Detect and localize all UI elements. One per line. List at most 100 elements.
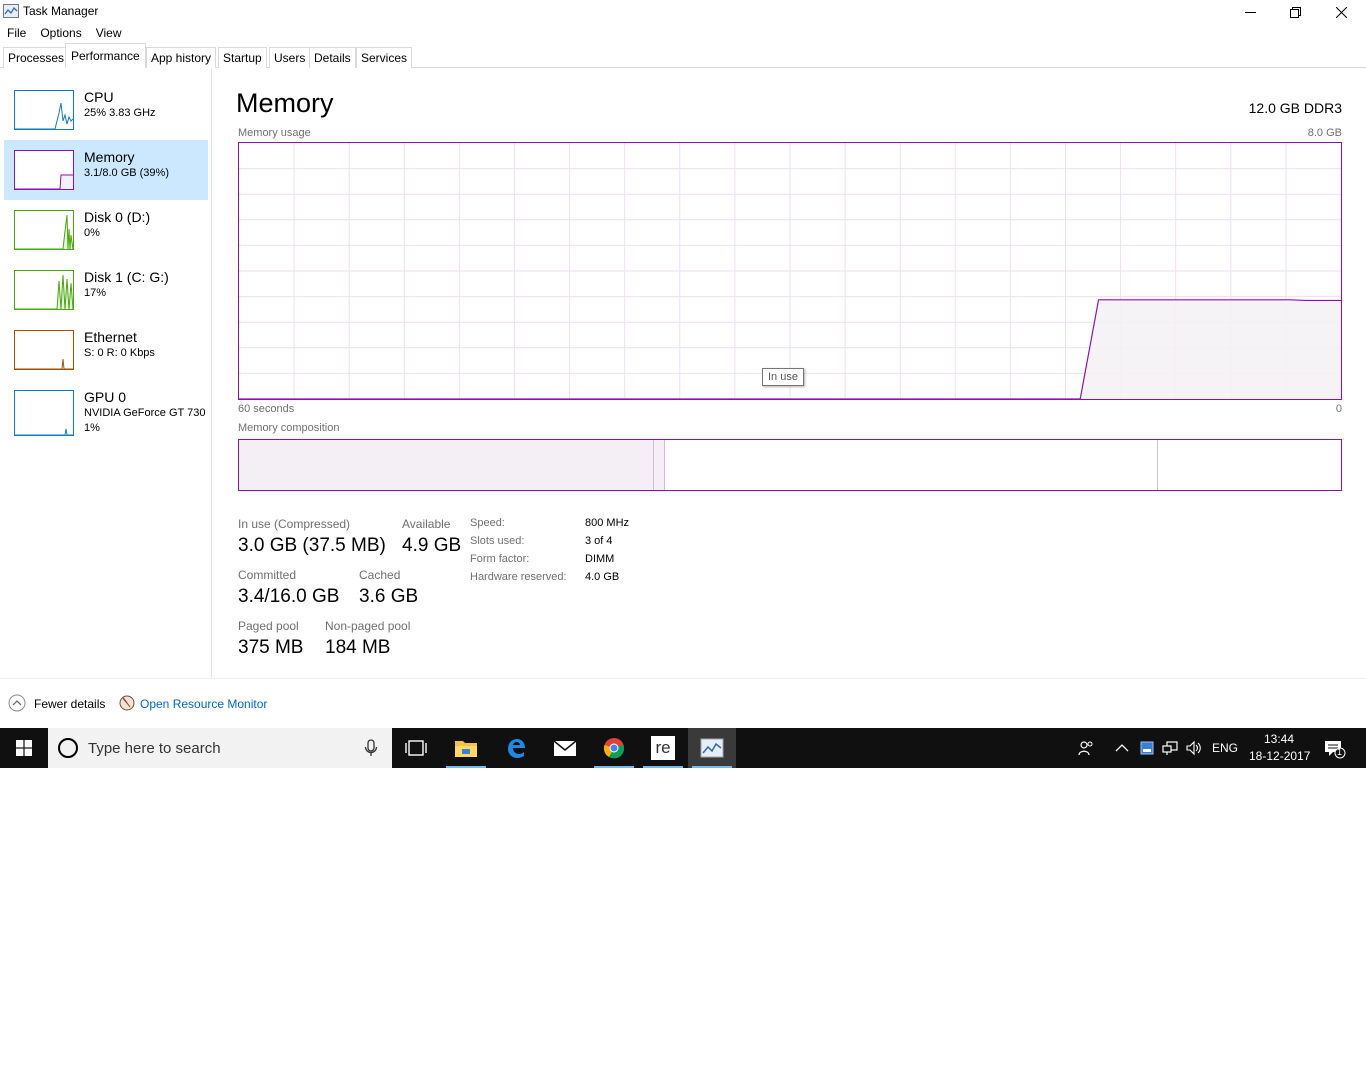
title-bar: Task Manager (0, 0, 1366, 24)
non-paged-pool-label: Non-paged pool (325, 619, 411, 633)
menu-file[interactable]: File (0, 24, 33, 43)
composition-segment-free[interactable] (1157, 440, 1341, 490)
open-resource-monitor-link[interactable]: Open Resource Monitor (140, 697, 267, 711)
committed-value: 3.4/16.0 GB (238, 586, 340, 607)
folder-icon (455, 741, 477, 757)
sidebar-item-memory[interactable]: Memory 3.1/8.0 GB (39%) (4, 140, 208, 200)
non-paged-pool-value: 184 MB (325, 637, 391, 658)
performance-sidebar: CPU 25% 3.83 GHz Memory 3.1/8.0 GB (39%)… (0, 68, 212, 678)
cached-label: Cached (359, 568, 401, 582)
taskbar-edge[interactable] (492, 728, 540, 768)
taskbar-task-manager[interactable] (688, 728, 736, 768)
sidebar-item-detail: 17% (84, 287, 107, 299)
resource-monitor-icon (119, 695, 135, 711)
taskbar-chrome[interactable] (590, 728, 638, 768)
composition-segment-in-use[interactable] (239, 440, 653, 490)
action-center-button[interactable]: 1 (1324, 739, 1346, 759)
sidebar-item-disk-1[interactable]: Disk 1 (C: G:) 17% (4, 260, 208, 320)
taskbar-mail[interactable] (541, 728, 589, 768)
usage-graph-max: 8.0 GB (1307, 127, 1342, 139)
paged-pool-label: Paged pool (238, 619, 299, 633)
tab-details[interactable]: Details (309, 47, 356, 68)
sidebar-item-detail: 0% (84, 227, 100, 239)
mail-icon (553, 740, 577, 756)
tray-language[interactable]: ENG (1212, 741, 1238, 755)
close-button[interactable] (1318, 0, 1364, 24)
usage-graph-label: Memory usage (238, 127, 311, 139)
cortana-icon (58, 738, 78, 758)
window-title: Task Manager (23, 4, 99, 18)
windows-logo-icon (16, 740, 32, 756)
tray-people[interactable] (1078, 740, 1094, 756)
tab-services[interactable]: Services (356, 47, 413, 68)
tab-performance[interactable]: Performance (65, 43, 146, 68)
composition-label: Memory composition (238, 422, 340, 434)
edge-icon (508, 739, 525, 758)
taskbar-re-app[interactable]: re (639, 728, 687, 768)
available-label: Available (402, 517, 451, 531)
chevron-up-circle-icon[interactable] (8, 694, 26, 712)
tab-app-history[interactable]: App history (146, 47, 217, 68)
tray-clock-date[interactable]: 18-12-2017 (1249, 749, 1310, 763)
composition-segment-standby[interactable] (664, 440, 1157, 490)
minimize-button[interactable] (1227, 0, 1273, 24)
start-button[interactable] (0, 728, 48, 768)
sidebar-item-name: CPU (84, 89, 114, 105)
spec-label-form-factor: Form factor: (470, 553, 530, 565)
tray-app[interactable] (1139, 740, 1155, 756)
sidebar-item-disk-0[interactable]: Disk 0 (D:) 0% (4, 200, 208, 260)
notification-count: 1 (1337, 747, 1343, 757)
memory-composition-bar[interactable] (238, 439, 1342, 491)
sidebar-item-name: Disk 1 (C: G:) (84, 269, 169, 285)
fewer-details-button[interactable]: Fewer details (34, 697, 105, 711)
gpu-0-thumbnail-graph (14, 390, 74, 436)
cached-value: 3.6 GB (359, 586, 419, 607)
search-placeholder: Type here to search (88, 740, 221, 757)
memory-usage-chart (239, 143, 1341, 399)
tab-bar: Processes Performance App history Startu… (0, 43, 1366, 68)
tray-app-icon (1140, 741, 1154, 755)
chart-tooltip: In use (762, 368, 804, 386)
sidebar-item-cpu[interactable]: CPU 25% 3.83 GHz (4, 80, 208, 140)
sidebar-item-name: GPU 0 (84, 389, 127, 405)
memory-usage-graph[interactable] (238, 142, 1342, 400)
close-icon (1335, 6, 1347, 18)
task-manager-icon (3, 4, 19, 18)
taskbar-file-explorer[interactable] (442, 728, 490, 768)
volume-icon (1186, 740, 1201, 756)
tray-volume[interactable] (1186, 740, 1202, 756)
spec-label-speed: Speed: (470, 517, 505, 529)
spec-value-speed: 800 MHz (585, 517, 630, 529)
tray-show-hidden[interactable] (1114, 740, 1130, 756)
taskbar-task-view[interactable] (392, 728, 440, 768)
page-title: Memory (236, 88, 334, 118)
x-axis-left-label: 60 seconds (238, 403, 295, 415)
in-use-label: In use (Compressed) (238, 517, 351, 531)
sidebar-item-detail: 3.1/8.0 GB (39%) (84, 167, 169, 179)
microphone-icon[interactable] (364, 739, 378, 757)
menu-options[interactable]: Options (33, 24, 88, 43)
tab-processes[interactable]: Processes (3, 47, 70, 68)
sidebar-item-detail-2: 1% (84, 422, 100, 434)
sidebar-item-ethernet[interactable]: Ethernet S: 0 R: 0 Kbps (4, 320, 208, 380)
menu-bar: File Options View (0, 24, 129, 43)
composition-segment-modified[interactable] (653, 440, 664, 490)
sidebar-item-gpu-0[interactable]: GPU 0 NVIDIA GeForce GT 730 1% (4, 380, 208, 440)
tray-network[interactable] (1162, 740, 1178, 756)
notification-icon (1325, 741, 1346, 759)
taskbar-search-box[interactable]: Type here to search (48, 728, 392, 768)
cpu-thumbnail-graph (14, 90, 74, 130)
tray-clock-time[interactable]: 13:44 (1264, 732, 1294, 746)
tab-users[interactable]: Users (269, 47, 311, 68)
restore-button[interactable] (1272, 0, 1318, 24)
disk-1-thumbnail-graph (14, 270, 74, 310)
taskbar: Type here to search re ENG 13:44 18-12-2… (0, 728, 1366, 768)
tab-startup[interactable]: Startup (218, 47, 267, 68)
in-use-value: 3.0 GB (37.5 MB) (238, 535, 386, 556)
network-icon (1162, 741, 1178, 755)
sidebar-item-detail: 25% 3.83 GHz (84, 107, 156, 119)
chevron-up-icon (1115, 744, 1129, 752)
menu-view[interactable]: View (89, 24, 129, 43)
spec-label-hardware-reserved: Hardware reserved: (470, 571, 567, 583)
paged-pool-value: 375 MB (238, 637, 304, 658)
